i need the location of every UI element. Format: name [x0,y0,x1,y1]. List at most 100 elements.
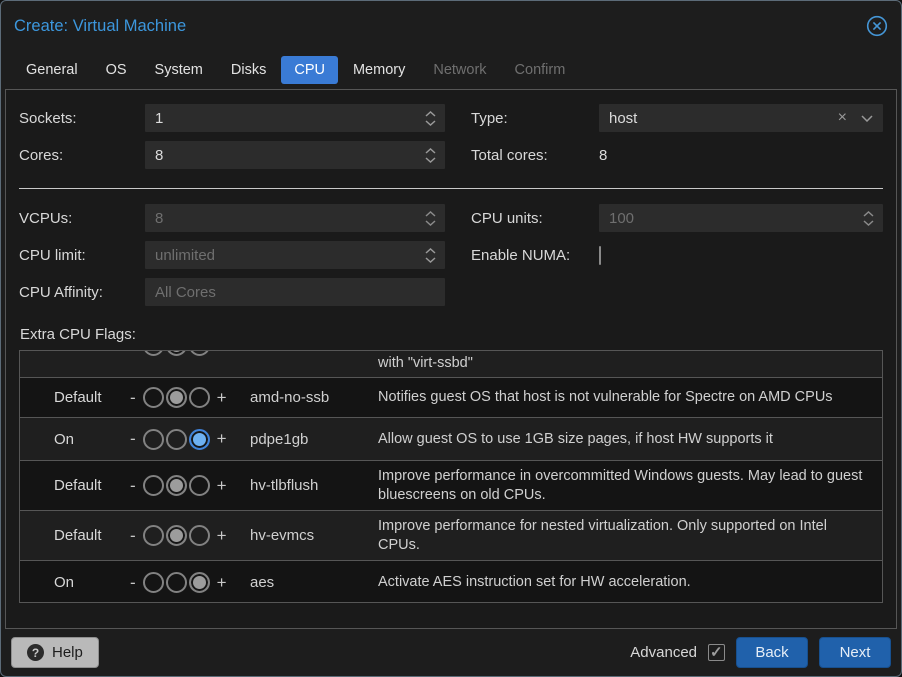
flag-tristate-slider[interactable]: - + [130,429,250,450]
cpu-flags-table: - + with "virt-ssbd" Default - [19,350,883,603]
tab-system[interactable]: System [142,56,216,84]
flag-row-pdpe1gb: On - + pdpe1gb Allow guest OS to use 1GB… [20,418,882,461]
slider-plus[interactable]: + [217,526,227,546]
flag-name: hv-tlbflush [250,477,378,494]
cpu-panel: Sockets: 1 Type: host × Cores: 8 [5,89,897,629]
slider-dot-default[interactable] [166,525,187,546]
cores-value: 8 [155,147,425,164]
tab-confirm: Confirm [502,56,579,84]
slider-dot-default[interactable] [166,475,187,496]
vcpus-value: 8 [155,210,425,227]
flag-description: Improve performance in overcommitted Win… [378,467,882,505]
flag-tristate-slider[interactable]: - + [130,387,250,408]
flag-name: aes [250,574,378,591]
slider-minus[interactable]: - [130,429,136,449]
slider-dot-off[interactable] [143,387,164,408]
slider-plus[interactable]: + [217,429,227,449]
cpu-limit-spinner[interactable] [425,248,445,263]
dialog-footer: ? Help Advanced Back Next [1,629,901,676]
flag-name: pdpe1gb [250,431,378,448]
flag-name: amd-no-ssb [250,389,378,406]
type-value: host [609,110,838,127]
clear-icon[interactable]: × [838,110,847,126]
total-cores-value: 8 [599,147,883,164]
flag-row-hv-tlbflush: Default - + hv-tlbflush Improve performa… [20,461,882,511]
extra-cpu-flags-label: Extra CPU Flags: [20,326,883,343]
advanced-label: Advanced [630,644,697,661]
flag-description: Allow guest OS to use 1GB size pages, if… [378,430,882,449]
slider-dot-on[interactable] [189,351,210,356]
tab-general[interactable]: General [13,56,91,84]
cpu-units-spinner [863,211,883,226]
type-label: Type: [471,110,599,127]
cpu-units-field: 100 [599,204,883,232]
question-icon: ? [27,644,44,661]
slider-plus[interactable]: + [217,476,227,496]
cpu-limit-field[interactable]: unlimited [145,241,445,269]
sockets-spinner[interactable] [425,111,445,126]
vcpus-field: 8 [145,204,445,232]
slider-dot-on[interactable] [189,475,210,496]
flag-state: On [54,574,130,591]
sockets-value: 1 [155,110,425,127]
advanced-checkbox[interactable] [708,644,725,661]
back-button[interactable]: Back [736,637,808,668]
slider-dot-on[interactable] [189,525,210,546]
close-icon[interactable] [866,15,888,37]
flag-state: Default [54,527,130,544]
advanced-section-divider [19,188,883,189]
create-vm-dialog: Create: Virtual Machine General OS Syste… [0,0,902,677]
cores-spinner[interactable] [425,148,445,163]
slider-dot-off[interactable] [143,572,164,593]
slider-dot-default[interactable] [166,429,187,450]
slider-dot-on[interactable] [189,429,210,450]
tab-disks[interactable]: Disks [218,56,279,84]
cpu-units-label: CPU units: [471,210,599,227]
flag-tristate-slider[interactable]: - + [130,475,250,496]
vcpus-label: VCPUs: [19,210,145,227]
flag-tristate-slider[interactable]: - + [130,572,250,593]
flag-description: with "virt-ssbd" [378,354,882,373]
cpu-units-value: 100 [609,210,863,227]
enable-numa-label: Enable NUMA: [471,247,599,264]
flag-row-hv-evmcs: Default - + hv-evmcs Improve performance… [20,511,882,561]
slider-minus[interactable]: - [130,476,136,496]
slider-plus[interactable]: + [217,351,227,356]
total-cores-label: Total cores: [471,147,599,164]
slider-dot-off[interactable] [143,475,164,496]
cpu-affinity-field[interactable]: All Cores [145,278,445,306]
slider-dot-off[interactable] [143,429,164,450]
cpu-limit-label: CPU limit: [19,247,145,264]
slider-minus[interactable]: - [130,351,136,356]
flag-description: Activate AES instruction set for HW acce… [378,573,882,592]
tab-network: Network [420,56,499,84]
slider-dot-on[interactable] [189,572,210,593]
slider-dot-default[interactable] [166,387,187,408]
sockets-label: Sockets: [19,110,145,127]
slider-minus[interactable]: - [130,388,136,408]
flag-state: On [54,431,130,448]
slider-minus[interactable]: - [130,573,136,593]
cores-field[interactable]: 8 [145,141,445,169]
next-button[interactable]: Next [819,637,891,668]
help-button[interactable]: ? Help [11,637,99,668]
slider-plus[interactable]: + [217,573,227,593]
slider-dot-off[interactable] [143,525,164,546]
dialog-title: Create: Virtual Machine [14,17,186,36]
slider-minus[interactable]: - [130,526,136,546]
slider-plus[interactable]: + [217,388,227,408]
slider-dot-default[interactable] [166,572,187,593]
type-combobox[interactable]: host × [599,104,883,132]
tab-os[interactable]: OS [93,56,140,84]
enable-numa-checkbox[interactable] [599,246,601,265]
flag-row-partial: - + with "virt-ssbd" [20,351,882,378]
flag-tristate-slider[interactable]: - + [130,525,250,546]
tab-memory[interactable]: Memory [340,56,418,84]
tab-cpu[interactable]: CPU [281,56,338,84]
slider-dot-default[interactable] [166,351,187,356]
sockets-field[interactable]: 1 [145,104,445,132]
chevron-down-icon[interactable] [861,115,873,122]
flag-tristate-slider[interactable]: - + [130,351,250,356]
slider-dot-off[interactable] [143,351,164,356]
slider-dot-on[interactable] [189,387,210,408]
